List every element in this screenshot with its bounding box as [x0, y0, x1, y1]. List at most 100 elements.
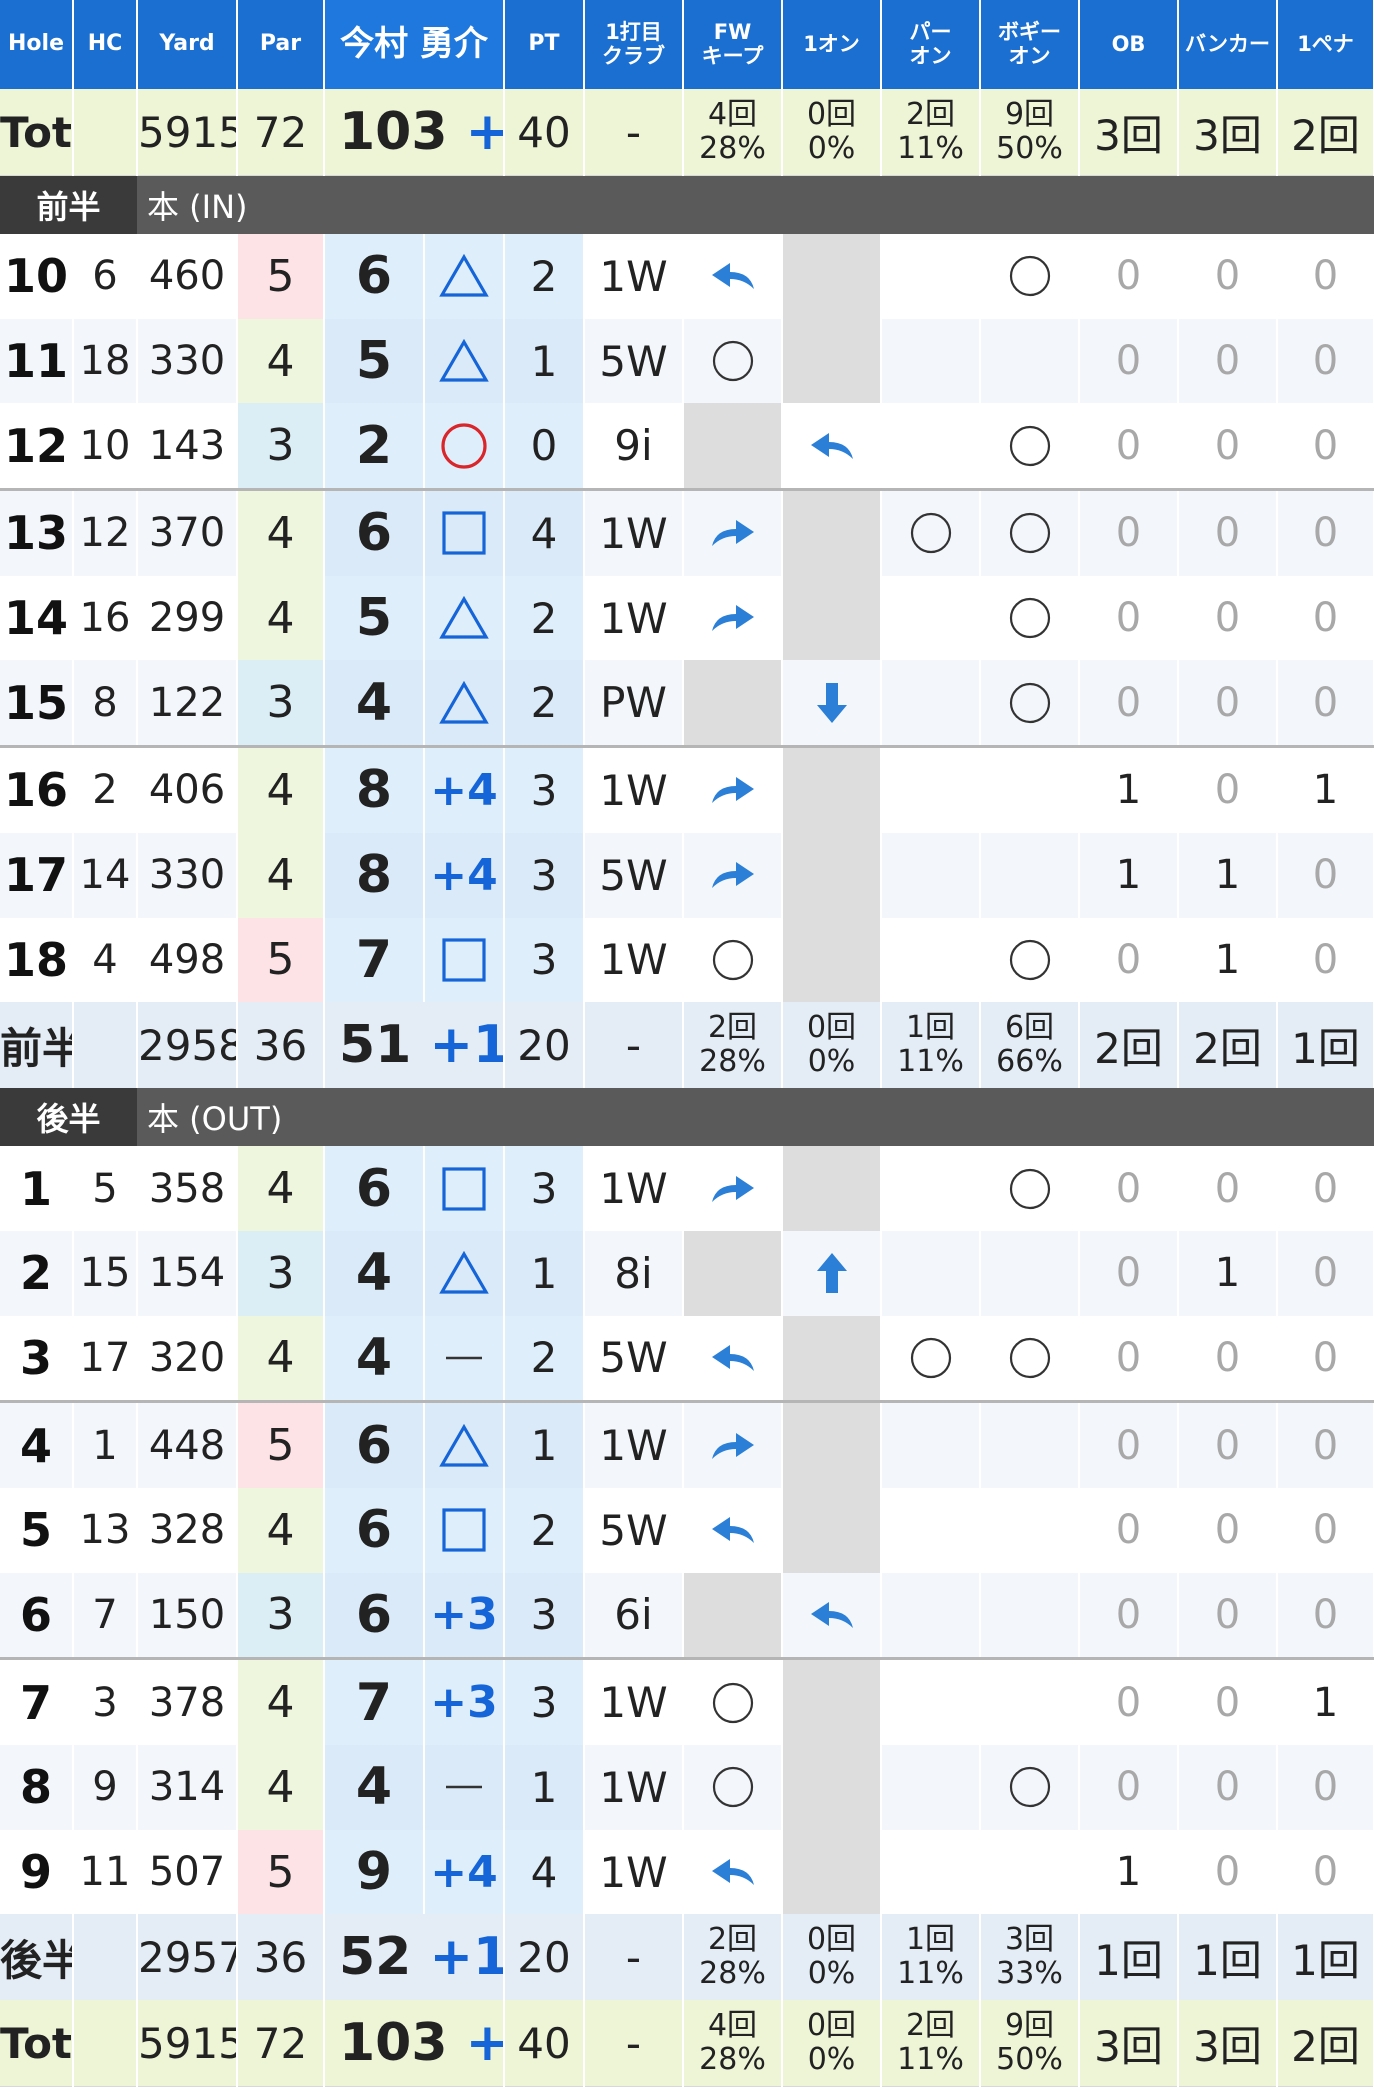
col-ob: OB [1079, 0, 1179, 89]
total-fw-pct: 28% [699, 131, 766, 166]
hole-penalty: 0 [1277, 1400, 1374, 1488]
total-fw-count: 2回 [707, 1921, 758, 1957]
hole-score-mark [424, 234, 505, 319]
hole-putts: 4 [504, 488, 585, 576]
hole-one-on [782, 832, 882, 918]
hole-hc: 15 [73, 1230, 138, 1316]
hole-score-mark [424, 318, 505, 404]
hole-bogey-on [980, 1230, 1080, 1316]
hole-row[interactable]: 2 15 154 3 4 1 8i 0 1 0 [0, 1230, 1374, 1316]
total-one-on-pct: 0% [807, 131, 856, 166]
total-score: 52 +16 [324, 1914, 505, 2001]
scorecard-body: Total591572103 +3140-4回28%0回0%2回11%9回50%… [0, 89, 1374, 2087]
hole-ob: 0 [1079, 660, 1179, 747]
hole-bogey-on [980, 832, 1080, 918]
hole-putts: 1 [504, 1230, 585, 1316]
hole-row[interactable]: 13 12 370 4 6 4 1W 0 0 0 [0, 488, 1374, 576]
hole-row[interactable]: 11 18 330 4 5 1 5W 0 0 0 [0, 318, 1374, 404]
total-bogey-on-count: 9回 [1004, 2007, 1055, 2043]
hole-bunker: 0 [1178, 234, 1278, 319]
hole-putts: 0 [504, 403, 585, 490]
hole-bunker: 0 [1178, 660, 1278, 747]
hole-first-club: 1W [584, 575, 684, 661]
hole-fw-keep [683, 575, 783, 661]
hole-score: 6 [324, 234, 425, 319]
score-diff: +4 [430, 1846, 498, 1898]
hole-one-on [782, 917, 882, 1003]
score-diff: +3 [430, 1589, 498, 1641]
hole-score: 7 [324, 1657, 425, 1745]
hole-putts: 3 [504, 917, 585, 1003]
hole-row[interactable]: 7 3 378 4 7 +3 3 1W 0 0 1 [0, 1657, 1374, 1745]
total-one-on: 0回 0% [782, 2000, 882, 2087]
hole-row[interactable]: 16 2 406 4 8 +4 3 1W 1 0 1 [0, 745, 1374, 833]
circle-icon [1009, 939, 1050, 980]
hole-yard: 314 [137, 1745, 238, 1830]
hole-ob: 0 [1079, 1146, 1179, 1231]
double-bogey-square-icon [442, 1508, 486, 1552]
hole-fw-keep [683, 1315, 783, 1402]
hole-row[interactable]: 15 8 122 3 4 2 PW 0 0 0 [0, 660, 1374, 747]
hole-number: 8 [0, 1745, 74, 1830]
col-bogey-on: ボギー オン [980, 0, 1080, 89]
hole-par: 3 [237, 1230, 325, 1316]
total-ob: 1回 [1079, 1914, 1179, 2001]
hole-row[interactable]: 14 16 299 4 5 2 1W 0 0 0 [0, 575, 1374, 661]
total-par-on-pct: 11% [897, 131, 964, 166]
total-par-on-count: 2回 [905, 2007, 956, 2043]
hole-ob: 1 [1079, 745, 1179, 833]
circle-icon [1009, 597, 1050, 639]
hole-row[interactable]: 3 17 320 4 4 2 5W 0 0 0 [0, 1315, 1374, 1402]
hole-one-on [782, 1400, 882, 1488]
hole-row[interactable]: 17 14 330 4 8 +4 3 5W 1 1 0 [0, 832, 1374, 918]
hole-bogey-on [980, 1400, 1080, 1488]
hole-fw-keep [683, 1572, 783, 1659]
hole-par: 4 [237, 318, 325, 404]
hole-hc: 9 [73, 1745, 138, 1830]
hole-par: 4 [237, 832, 325, 918]
hole-row[interactable]: 18 4 498 5 7 3 1W 0 1 0 [0, 917, 1374, 1003]
section-label: 後半 [0, 1088, 137, 1147]
bogey-triangle-icon [439, 1423, 489, 1467]
hole-hc: 12 [73, 488, 138, 576]
hole-penalty: 0 [1277, 1487, 1374, 1573]
hole-score: 8 [324, 745, 425, 833]
hole-row[interactable]: 5 13 328 4 6 2 5W 0 0 0 [0, 1487, 1374, 1573]
hole-penalty: 0 [1277, 832, 1374, 918]
total-bogey-on-pct: 50% [996, 2042, 1063, 2078]
total-fw: 4回 28% [683, 2000, 783, 2087]
hole-bunker: 0 [1178, 403, 1278, 490]
hole-row[interactable]: 6 7 150 3 6 +3 3 6i 0 0 0 [0, 1572, 1374, 1659]
circle-icon [1009, 256, 1050, 297]
hole-first-club: 1W [584, 745, 684, 833]
hole-bunker: 0 [1178, 318, 1278, 404]
hole-row[interactable]: 10 6 460 5 6 2 1W 0 0 0 [0, 234, 1374, 319]
hole-row[interactable]: 1 5 358 4 6 3 1W 0 0 0 [0, 1146, 1374, 1231]
total-diff: +15 [429, 1015, 502, 1076]
section-header: 後半本 (OUT) [0, 1088, 1374, 1147]
hole-score: 6 [324, 1146, 425, 1231]
hole-score-mark [424, 1400, 505, 1488]
hole-score: 2 [324, 403, 425, 490]
col-player: 今村 勇介 [324, 0, 505, 89]
hole-first-club: 1W [584, 917, 684, 1003]
hole-score-mark [424, 575, 505, 661]
hole-par: 4 [237, 575, 325, 661]
hole-row[interactable]: 4 1 448 5 6 1 1W 0 0 0 [0, 1400, 1374, 1488]
hole-one-on [782, 318, 882, 404]
hole-row[interactable]: 9 11 507 5 9 +4 4 1W 1 0 0 [0, 1829, 1374, 1915]
hole-row[interactable]: 12 10 143 3 2 0 9i 0 0 0 [0, 403, 1374, 490]
hole-one-on [782, 1230, 882, 1316]
hole-row[interactable]: 8 9 314 4 4 1 1W 0 0 0 [0, 1745, 1374, 1830]
hole-par-on [881, 917, 981, 1003]
hole-yard: 378 [137, 1657, 238, 1745]
hole-penalty: 1 [1277, 745, 1374, 833]
hole-yard: 507 [137, 1829, 238, 1915]
hole-score: 6 [324, 488, 425, 576]
hole-first-club: PW [584, 660, 684, 747]
bogey-triangle-icon [439, 596, 489, 639]
hole-score-mark [424, 1230, 505, 1316]
hole-yard: 154 [137, 1230, 238, 1316]
hole-score-mark [424, 488, 505, 576]
hole-number: 3 [0, 1315, 74, 1402]
